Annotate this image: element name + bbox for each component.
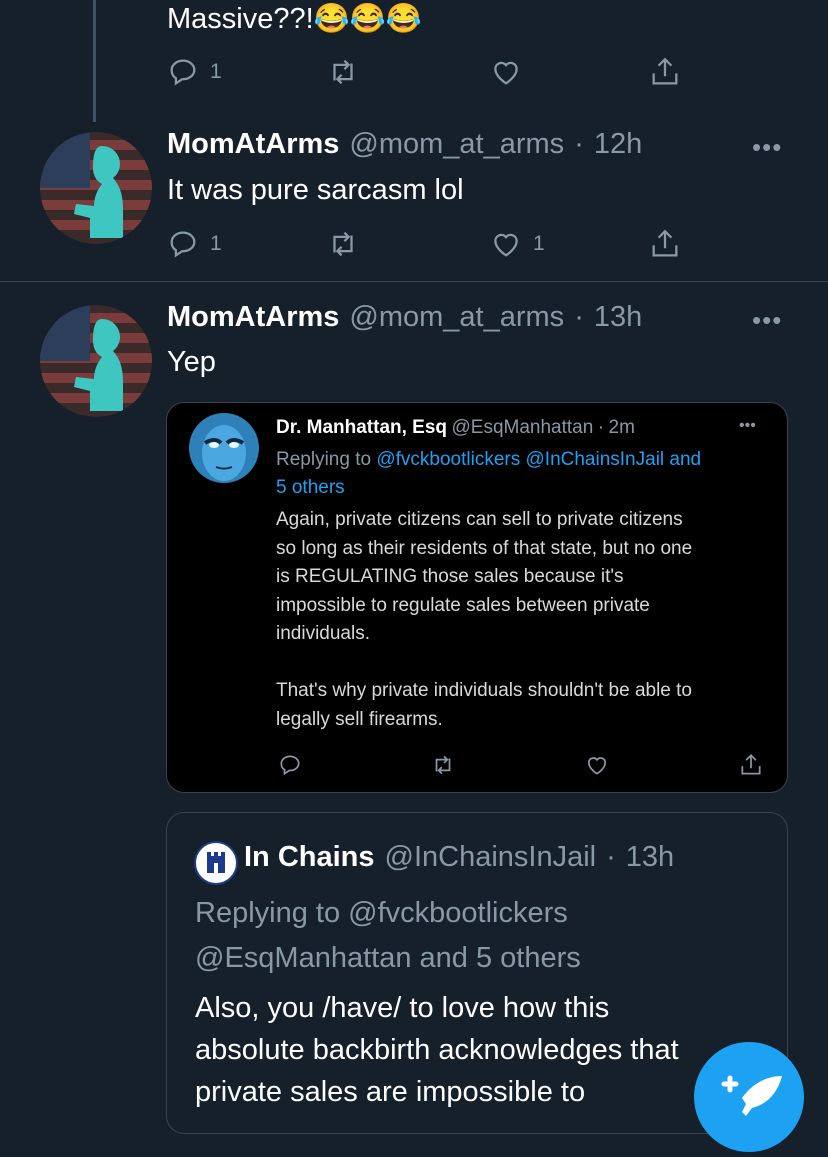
- quoted-timestamp: 2m: [608, 417, 635, 438]
- quoted-header: Dr. Manhattan, Esq @EsqManhattan · 2m: [276, 417, 635, 439]
- tweet-header: MomAtArms @mom_at_arms · 13h: [167, 301, 642, 334]
- quoted-like-icon-wrap: [584, 752, 610, 783]
- flag-avatar-image: [40, 305, 152, 417]
- share-button[interactable]: [648, 55, 682, 89]
- user-handle[interactable]: @mom_at_arms: [349, 128, 564, 161]
- quoted-share-icon-wrap: [738, 752, 764, 783]
- like-count: 1: [533, 232, 545, 255]
- tweet-actions: 1: [166, 55, 696, 91]
- quoted-display-name: Dr. Manhattan, Esq: [276, 417, 448, 438]
- retweet-icon: [333, 59, 353, 85]
- quoted-replying-to-cont: @EsqManhattan and 5 others: [195, 942, 581, 974]
- quoted-tweet-body: Again, private citizens can sell to priv…: [276, 509, 693, 730]
- heart-icon: [588, 757, 606, 775]
- quoted-tweet-text: absolute backbirth acknowledges that: [195, 1034, 679, 1066]
- quoted-tweet-text: Also, you /have/ to love how this: [195, 992, 610, 1024]
- thread-connector-line: [93, 0, 96, 122]
- compose-tweet-button[interactable]: [694, 1042, 804, 1152]
- quoted-tweet-text: private sales are impossible to: [195, 1076, 586, 1108]
- quoted-retweet-icon-wrap: [430, 752, 456, 783]
- avatar[interactable]: [40, 305, 152, 417]
- like-button[interactable]: [489, 55, 523, 89]
- separator-dot: ·: [597, 417, 605, 438]
- replying-to-prefix: Replying to: [276, 449, 377, 470]
- quoted-replying-to: Replying to @fvckbootlickers @InChainsIn…: [276, 446, 776, 502]
- separator-dot: ·: [574, 128, 584, 160]
- blue-face-avatar-image: [189, 413, 259, 483]
- castle-logo-icon: [194, 841, 238, 885]
- quoted-display-name: In Chains: [244, 841, 375, 873]
- quoted-timestamp: 13h: [625, 841, 675, 873]
- reply-icon: [170, 59, 196, 86]
- reply-button[interactable]: 1: [166, 227, 222, 261]
- quoted-user-handle: @EsqManhattan: [451, 417, 594, 438]
- replying-to-others: 5 others: [276, 477, 345, 498]
- quoted-avatar: [189, 413, 259, 483]
- reply-icon: [170, 231, 196, 258]
- tweet-text: Massive??!😂😂😂: [167, 3, 422, 35]
- compose-tweet-icon: [721, 1075, 782, 1116]
- more-options-button[interactable]: •••: [752, 305, 782, 336]
- retweet-icon: [333, 231, 353, 257]
- reply-count: 1: [210, 232, 222, 255]
- reply-count: 1: [210, 60, 222, 83]
- user-handle[interactable]: @mom_at_arms: [349, 301, 564, 334]
- quoted-screenshot-image[interactable]: Dr. Manhattan, Esq @EsqManhattan · 2m ••…: [166, 402, 788, 793]
- quoted-more-icon: •••: [739, 417, 756, 434]
- separator-dot: ·: [574, 301, 584, 333]
- tweet-text: Yep: [167, 346, 216, 378]
- separator-dot: ·: [606, 841, 616, 873]
- replying-to-users: @fvckbootlickers @InChainsInJail: [376, 449, 665, 470]
- heart-icon: [494, 233, 518, 257]
- timestamp[interactable]: 12h: [594, 128, 642, 161]
- retweet-icon: [435, 755, 451, 775]
- tweet-header: MomAtArms @mom_at_arms · 12h: [167, 128, 642, 161]
- share-icon: [652, 229, 678, 257]
- tweet-divider: [0, 281, 828, 282]
- share-icon: [741, 754, 761, 775]
- share-icon: [652, 57, 678, 85]
- quoted-replying-to: Replying to @fvckbootlickers: [195, 897, 568, 929]
- more-options-button[interactable]: •••: [752, 132, 782, 163]
- quoted-user-handle: @InChainsInJail: [384, 841, 597, 873]
- tweet-actions: 1 1: [166, 227, 696, 263]
- avatar[interactable]: [40, 132, 152, 244]
- display-name[interactable]: MomAtArms: [167, 301, 339, 334]
- display-name[interactable]: MomAtArms: [167, 128, 339, 161]
- reply-icon: [280, 755, 300, 776]
- timestamp[interactable]: 13h: [594, 301, 642, 334]
- retweet-button[interactable]: [326, 227, 360, 261]
- quoted-header: In Chains @InChainsInJail · 13h: [244, 841, 674, 874]
- quoted-reply-icon-wrap: [277, 752, 303, 783]
- reply-button[interactable]: 1: [166, 55, 222, 89]
- flag-avatar-image: [40, 132, 152, 244]
- tweet-text: It was pure sarcasm lol: [167, 174, 464, 206]
- heart-icon: [494, 61, 518, 85]
- share-button[interactable]: [648, 227, 682, 261]
- retweet-button[interactable]: [326, 55, 360, 89]
- like-button[interactable]: 1: [489, 227, 545, 261]
- replying-to-and: and: [664, 449, 702, 470]
